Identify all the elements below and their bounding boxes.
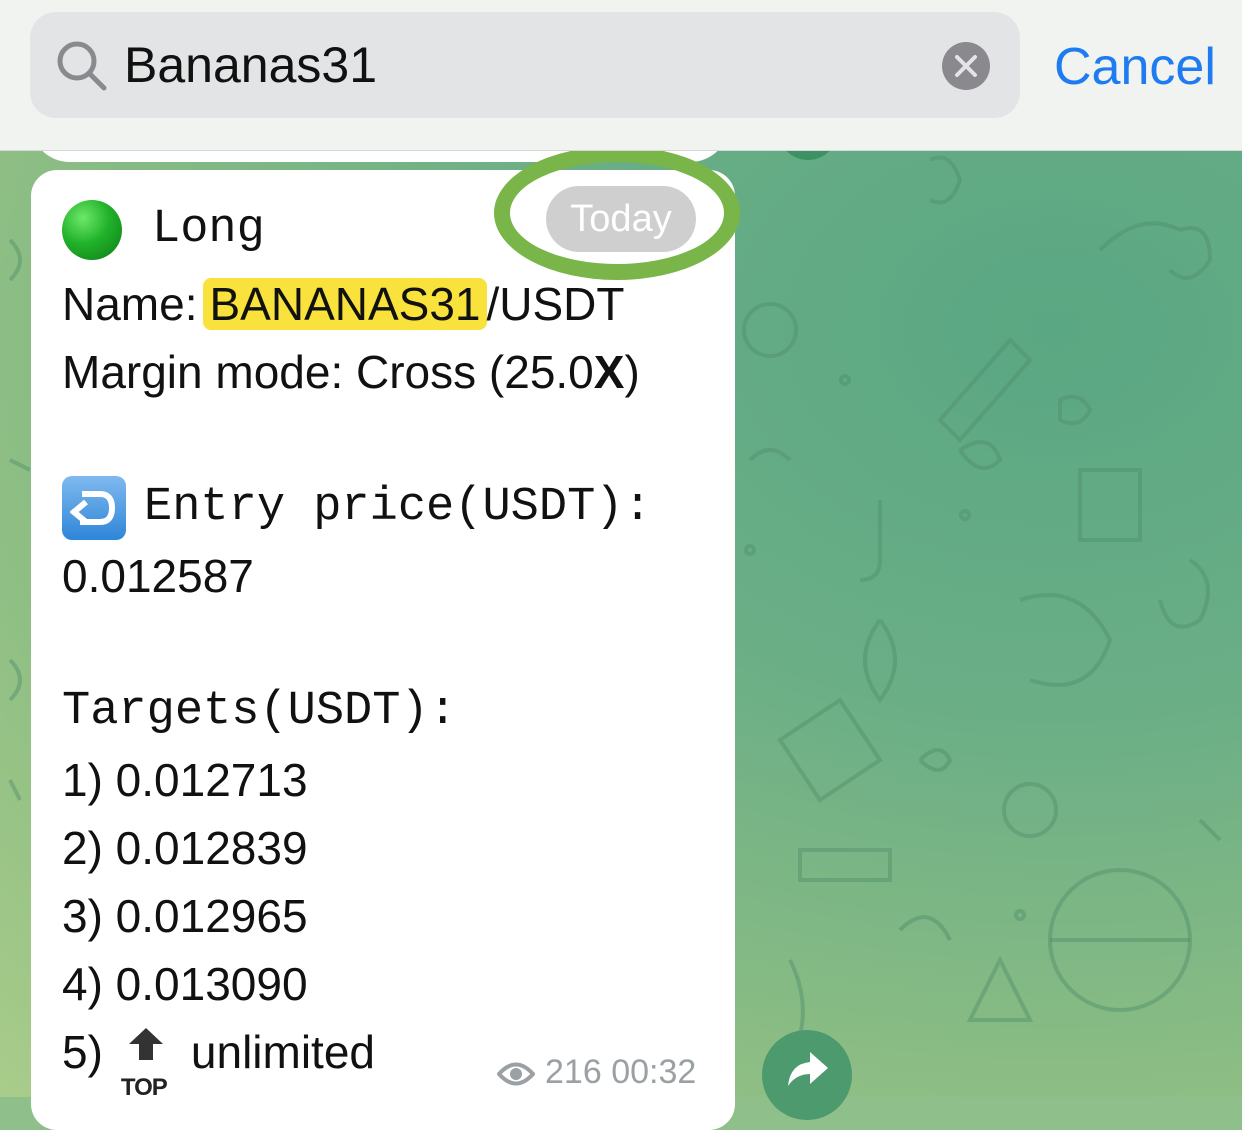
entry-arrow-icon xyxy=(62,476,126,540)
margin-mode-text: Margin mode: Cross (25.0 xyxy=(62,346,594,398)
target-1: 1) 0.012713 xyxy=(62,754,308,806)
search-bar: Bananas31 Cancel xyxy=(0,0,1242,151)
direction-label: Long xyxy=(152,203,265,256)
message-time: 00:32 xyxy=(611,1053,697,1091)
forward-button[interactable] xyxy=(762,1030,852,1120)
margin-close: ) xyxy=(624,346,640,398)
annotation-circle xyxy=(494,146,740,280)
target-3: 3) 0.012965 xyxy=(62,890,308,942)
targets-label: Targets(USDT): xyxy=(62,685,457,738)
name-label: Name: xyxy=(62,278,198,330)
message-bubble[interactable]: Long Name: BANANAS31/USDT Margin mode: Cr… xyxy=(31,170,735,1130)
entry-price-label: Entry price(USDT): xyxy=(144,481,652,534)
target-5: 5) TOP unlimited xyxy=(62,1022,375,1101)
clear-icon xyxy=(955,55,977,77)
target-2: 2) 0.012839 xyxy=(62,822,308,874)
target-4: 4) 0.013090 xyxy=(62,958,308,1010)
search-query[interactable]: Bananas31 xyxy=(124,34,377,96)
search-icon xyxy=(57,41,107,91)
margin-mode-line: Margin mode: Cross (25.0X) xyxy=(62,342,640,402)
forward-icon xyxy=(788,1052,828,1086)
top-icon-text: TOP xyxy=(120,1073,168,1101)
pair-name-line: Name: BANANAS31/USDT xyxy=(62,274,625,334)
pair-quote: /USDT xyxy=(486,278,625,330)
target-5-value: unlimited xyxy=(190,1026,375,1078)
message-meta: 216 00:32 xyxy=(496,1050,697,1094)
view-count: 216 xyxy=(545,1053,602,1091)
clear-search-button[interactable] xyxy=(942,42,990,90)
target-5-index: 5) xyxy=(62,1026,103,1078)
entry-price-value: 0.012587 xyxy=(62,550,254,602)
margin-multiplier: X xyxy=(593,346,625,398)
cancel-button[interactable]: Cancel xyxy=(1054,36,1216,98)
search-match-highlight: BANANAS31 xyxy=(203,278,487,330)
search-input[interactable]: Bananas31 xyxy=(30,12,1020,118)
green-circle-icon xyxy=(62,200,122,260)
eye-icon xyxy=(496,1062,536,1086)
top-arrow-icon: TOP xyxy=(121,1027,171,1101)
